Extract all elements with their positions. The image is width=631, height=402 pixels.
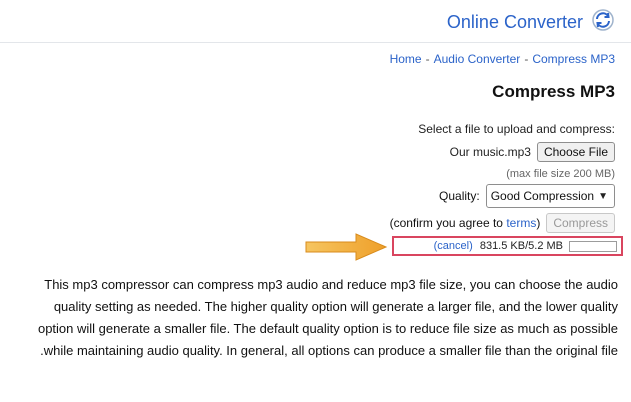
max-file-size-note: (max file size 200 MB) (506, 168, 615, 180)
progress-status: (cancel) 831.5 KB/5.2 MB (434, 240, 563, 252)
breadcrumb-audio-converter[interactable]: Audio Converter (434, 52, 521, 66)
chevron-down-icon: ▼ (598, 190, 608, 202)
compress-button[interactable]: Compress (546, 213, 615, 233)
quality-select[interactable]: Good Compression ▼ (485, 184, 615, 208)
quality-label: Quality: (439, 189, 480, 203)
terms-link[interactable]: terms (506, 216, 536, 230)
quality-selected-value: Good Compression (490, 189, 595, 203)
breadcrumb-separator: - (425, 52, 430, 66)
progress-size-text: 831.5 KB/5.2 MB (479, 240, 563, 252)
breadcrumb-home[interactable]: Home (390, 52, 422, 66)
confirm-text: (confirm you agree to (389, 216, 503, 230)
terms-confirmation: (confirm you agree to terms) (390, 216, 541, 230)
cancel-upload-link[interactable]: (cancel) (434, 240, 473, 252)
arrow-right-icon (305, 233, 388, 261)
site-header: Online Converter (0, 0, 631, 43)
choose-file-button[interactable]: Choose File (536, 142, 615, 162)
progress-bar (569, 241, 617, 252)
quality-row: Good Compression ▼ Quality: (439, 184, 615, 208)
page-title: Compress MP3 (492, 82, 615, 101)
compress-row: Compress (confirm you agree to terms) (390, 213, 615, 233)
breadcrumb-separator: - (524, 52, 529, 66)
breadcrumb-compress-mp3[interactable]: Compress MP3 (532, 52, 615, 66)
breadcrumb: Home - Audio Converter - Compress MP3 (390, 52, 615, 66)
tool-description: This mp3 compressor can compress mp3 aud… (37, 277, 618, 358)
selected-filename: Our music.mp3 (449, 145, 531, 159)
upload-progress: (cancel) 831.5 KB/5.2 MB (392, 236, 623, 256)
refresh-cycle-icon[interactable] (591, 8, 615, 32)
file-chooser: Choose File Our music.mp3 (450, 142, 615, 162)
confirm-close: ) (536, 216, 541, 230)
site-brand[interactable]: Online Converter (447, 12, 583, 33)
upload-label: Select a file to upload and compress: (418, 122, 615, 136)
